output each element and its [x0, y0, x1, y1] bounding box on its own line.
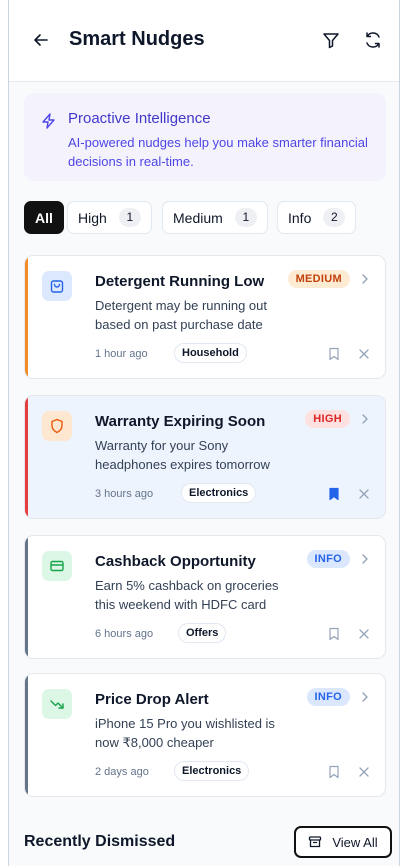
- nudge-time: 6 hours ago: [95, 628, 154, 640]
- priority-accent-bar: [25, 674, 28, 796]
- filter-label: Medium: [173, 209, 223, 226]
- nudge-title: Price Drop Alert: [95, 691, 209, 708]
- nudge-description: Earn 5% cashback on groceries this weeke…: [95, 578, 279, 612]
- page-title: Smart Nudges: [69, 28, 205, 50]
- bookmark-icon[interactable]: [327, 765, 341, 779]
- category-tag: Electronics: [181, 483, 257, 503]
- filter-chip-medium[interactable]: Medium 1: [162, 201, 268, 234]
- close-icon[interactable]: [358, 628, 370, 640]
- chevron-right-icon[interactable]: [359, 270, 371, 288]
- trending-down-icon: [42, 689, 72, 719]
- filter-count: 2: [323, 208, 346, 227]
- nudge-card[interactable]: Detergent Running Low Detergent may be r…: [24, 255, 386, 379]
- priority-accent-bar: [25, 396, 28, 518]
- filter-count: 1: [118, 208, 141, 227]
- close-icon[interactable]: [358, 766, 370, 778]
- banner-title: Proactive Intelligence: [68, 110, 211, 127]
- nudge-time: 1 hour ago: [95, 348, 148, 360]
- priority-badge: INFO: [306, 550, 350, 568]
- proactive-intelligence-banner: Proactive Intelligence AI-powered nudges…: [24, 93, 386, 181]
- section-title: Recently Dismissed: [24, 833, 176, 850]
- nudge-title: Warranty Expiring Soon: [95, 413, 266, 430]
- filter-label: All: [35, 209, 53, 226]
- nudge-card[interactable]: Price Drop Alert iPhone 15 Pro you wishl…: [24, 673, 386, 797]
- shopping-bag-icon: [42, 271, 72, 301]
- filter-count: 1: [234, 208, 257, 227]
- close-icon[interactable]: [358, 488, 370, 500]
- archive-icon: [309, 836, 322, 848]
- close-icon[interactable]: [358, 348, 370, 360]
- nudge-title: Cashback Opportunity: [95, 553, 256, 570]
- header: Smart Nudges: [9, 0, 399, 82]
- category-tag: Household: [174, 343, 247, 363]
- filter-chip-high[interactable]: High 1: [67, 201, 152, 234]
- filter-chip-all[interactable]: All: [24, 201, 64, 234]
- nudge-card[interactable]: Warranty Expiring Soon Warranty for your…: [24, 395, 386, 519]
- refresh-icon[interactable]: [363, 30, 383, 50]
- nudge-card[interactable]: Cashback Opportunity Earn 5% cashback on…: [24, 535, 386, 659]
- priority-accent-bar: [25, 256, 28, 378]
- filter-label: High: [78, 209, 107, 226]
- nudge-description: Detergent may be running out based on pa…: [95, 298, 267, 332]
- nudge-description: Warranty for your Sony headphones expire…: [95, 438, 270, 472]
- filter-chip-info[interactable]: Info 2: [277, 201, 357, 234]
- banner-text: AI-powered nudges help you make smarter …: [68, 135, 368, 169]
- filter-icon[interactable]: [321, 30, 341, 50]
- bookmark-icon[interactable]: [327, 347, 341, 361]
- back-arrow-icon[interactable]: [31, 30, 51, 50]
- nudge-title: Detergent Running Low: [95, 273, 265, 290]
- bookmark-filled-icon[interactable]: [327, 487, 341, 501]
- priority-badge: MEDIUM: [287, 270, 350, 288]
- priority-badge: INFO: [306, 688, 350, 706]
- priority-accent-bar: [25, 536, 28, 658]
- view-all-button[interactable]: View All: [294, 826, 392, 858]
- category-tag: Offers: [178, 623, 227, 643]
- priority-badge: HIGH: [305, 410, 350, 428]
- shield-icon: [42, 411, 72, 441]
- view-all-label: View All: [332, 834, 378, 850]
- nudge-time: 3 hours ago: [95, 488, 154, 500]
- app-frame: Smart Nudges Proactive Intelligence AI-p…: [8, 0, 400, 866]
- chevron-right-icon[interactable]: [359, 688, 371, 706]
- filter-label: Info: [288, 209, 312, 226]
- bookmark-icon[interactable]: [327, 627, 341, 641]
- category-tag: Electronics: [174, 761, 250, 781]
- nudge-time: 2 days ago: [95, 766, 149, 778]
- chevron-right-icon[interactable]: [359, 550, 371, 568]
- chevron-right-icon[interactable]: [359, 410, 371, 428]
- nudge-description: iPhone 15 Pro you wishlisted is now ₹8,0…: [95, 716, 275, 750]
- credit-card-icon: [42, 551, 72, 581]
- lightning-icon: [42, 113, 55, 129]
